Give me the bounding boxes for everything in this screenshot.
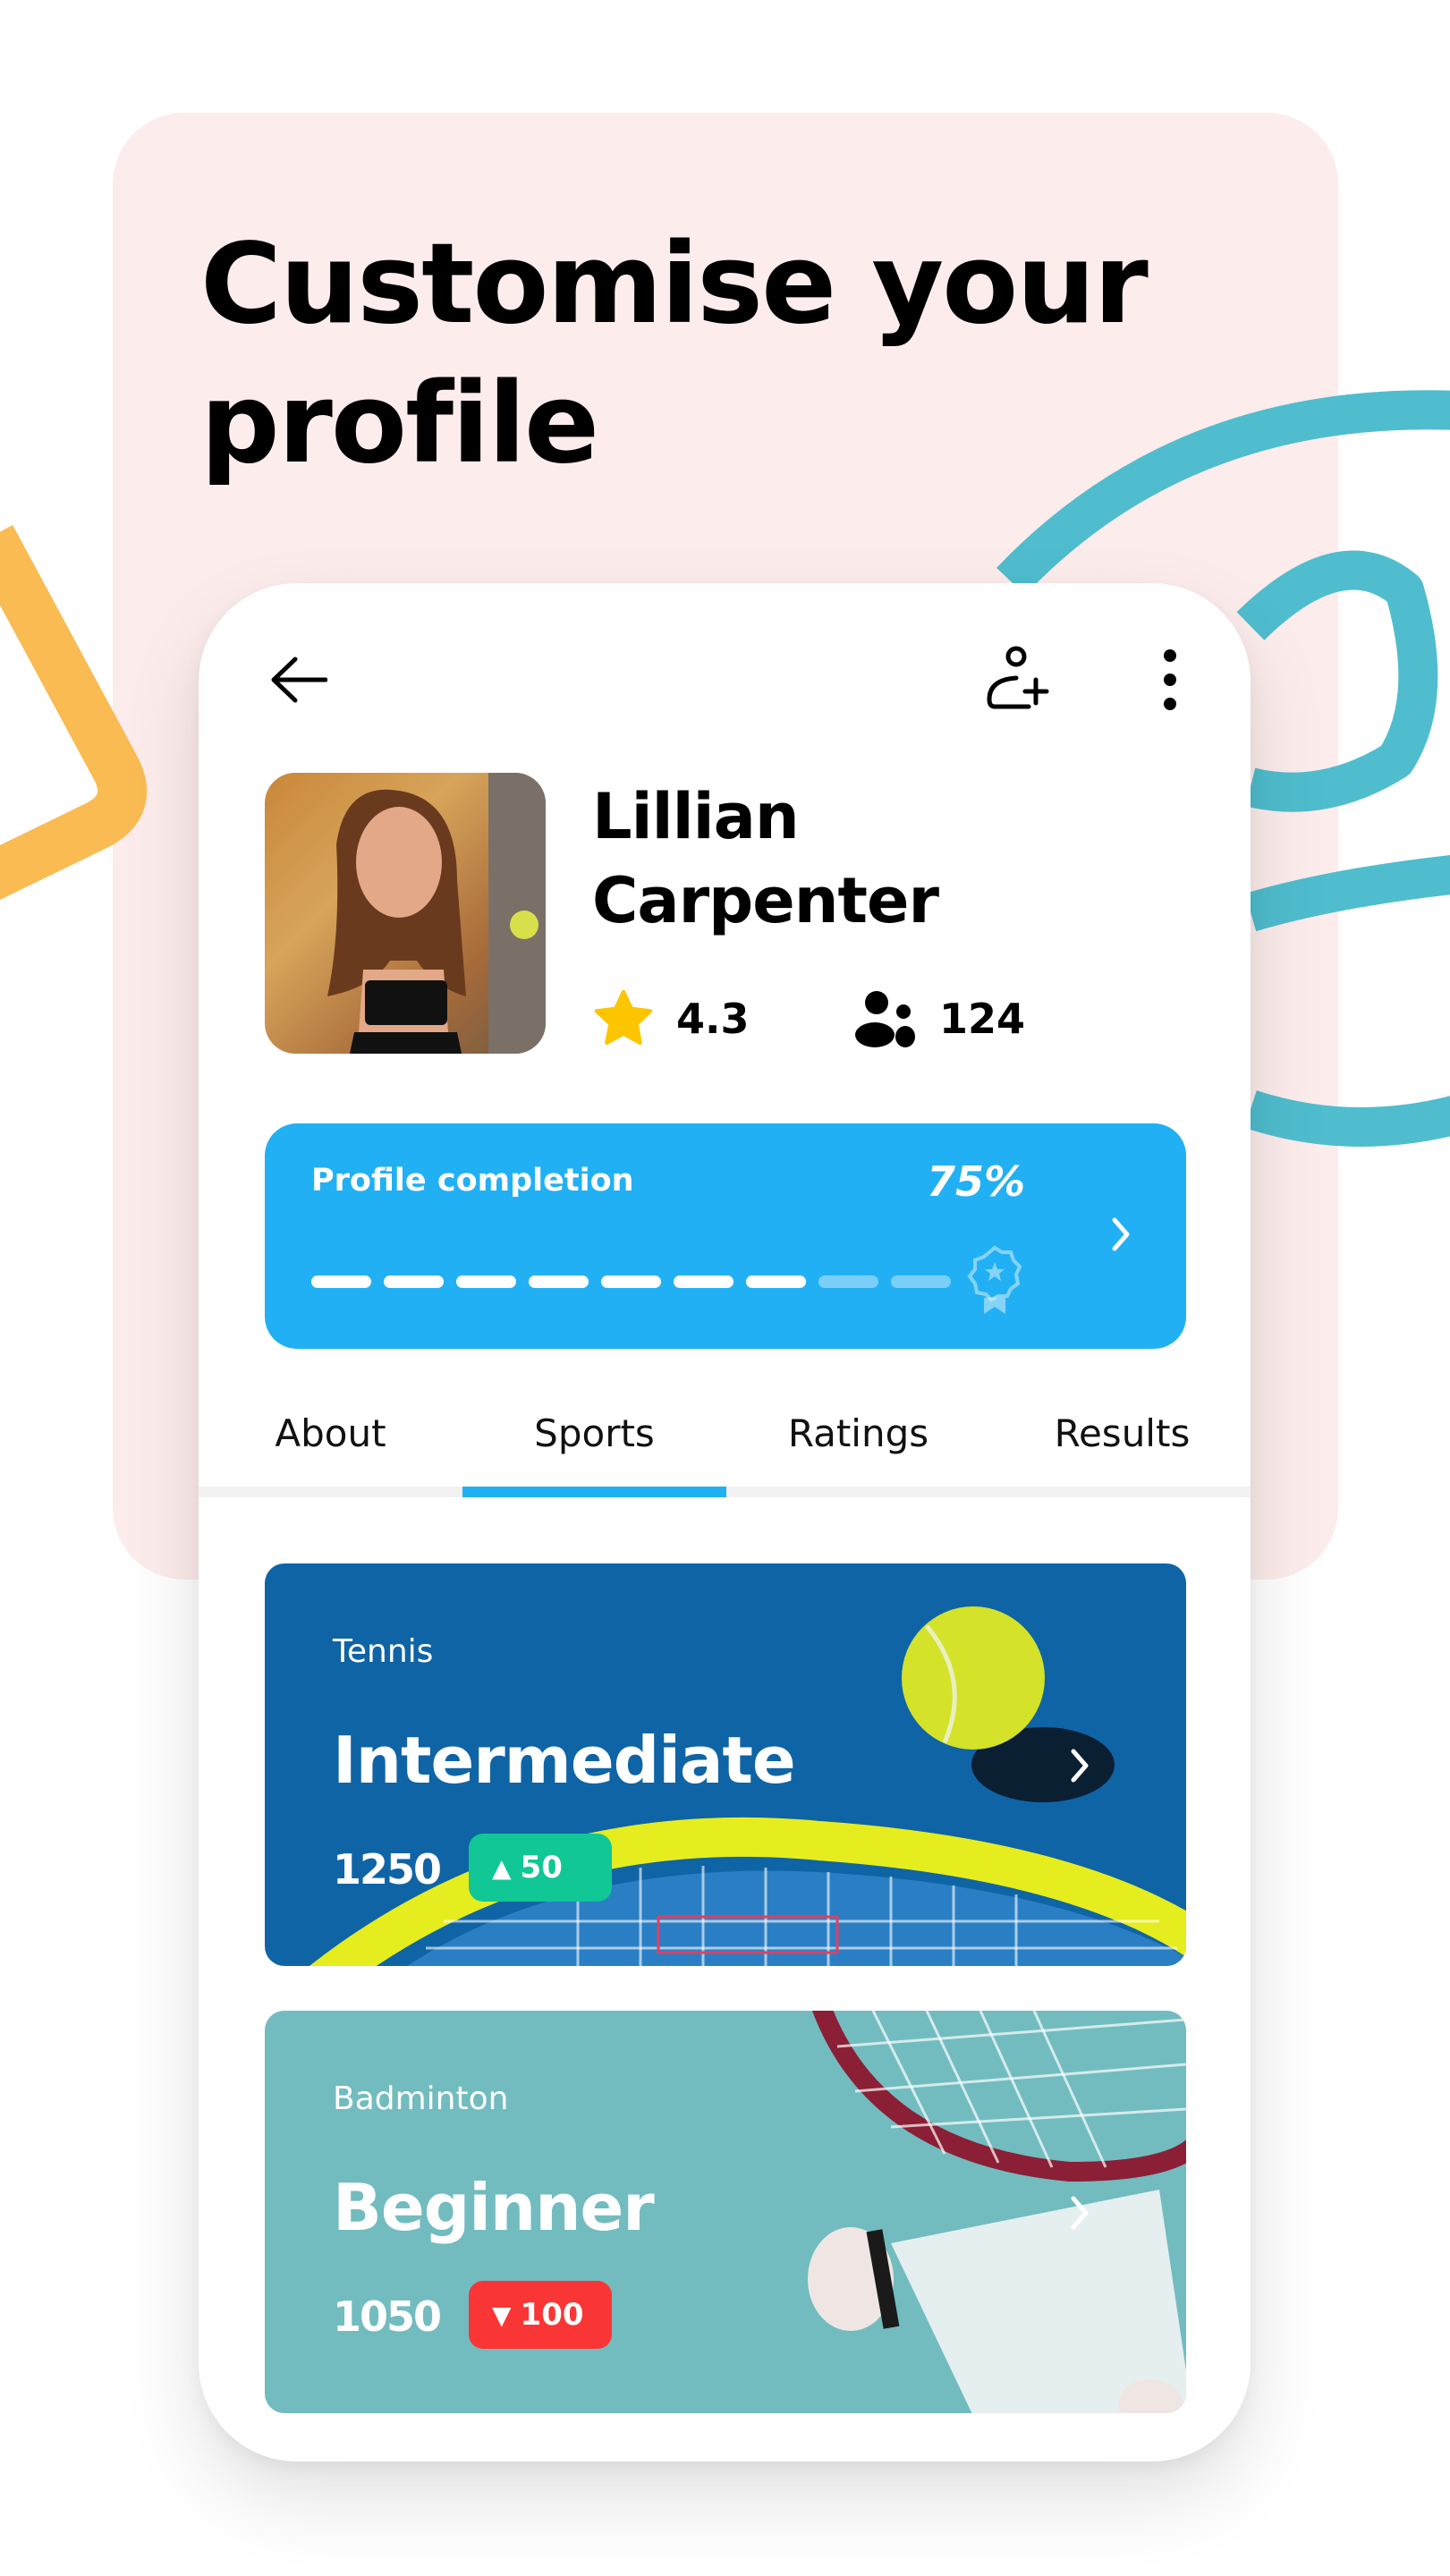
sport-points: 1050	[333, 2292, 442, 2341]
arrow-down-icon: ▼	[492, 2300, 512, 2330]
rating-stat: 4.3	[592, 987, 750, 1050]
profile-photo	[327, 773, 546, 1054]
completion-percent: 75%	[927, 1157, 1026, 1206]
profile-name: Lillian Carpenter	[592, 775, 1093, 943]
first-name: Lillian	[592, 780, 800, 853]
avatar[interactable]	[265, 773, 546, 1054]
completion-label: Profile completion	[311, 1163, 634, 1199]
teal-arc-middle	[1244, 854, 1450, 932]
award-ribbon-icon	[967, 1245, 1022, 1314]
phone-screen: Lillian Carpenter 4.3 124 Profile comple…	[199, 583, 1251, 2462]
teal-loop	[1236, 550, 1438, 812]
add-friend-button[interactable]	[973, 635, 1063, 724]
chevron-right-icon	[1112, 1217, 1130, 1251]
yellow-triangle-shape	[0, 524, 148, 901]
friends-count: 124	[939, 995, 1026, 1043]
arrow-left-icon	[271, 657, 327, 703]
completion-progress	[311, 1275, 951, 1290]
more-vertical-icon	[1164, 649, 1176, 710]
points-change-value: 100	[520, 2297, 584, 2333]
users-icon	[855, 991, 915, 1047]
last-name: Carpenter	[592, 864, 939, 937]
points-change-badge: ▲ 50	[469, 1834, 612, 1902]
chevron-right-icon	[1071, 1749, 1089, 1783]
tab-ratings[interactable]: Ratings	[726, 1397, 990, 1470]
star-icon	[594, 989, 653, 1046]
tab-sports[interactable]: Sports	[462, 1397, 726, 1470]
profile-completion-card[interactable]: Profile completion 75%	[265, 1123, 1186, 1349]
sport-level: Intermediate	[333, 1723, 796, 1798]
more-options-button[interactable]	[1125, 635, 1215, 724]
sport-name: Badminton	[333, 2080, 509, 2117]
sport-name: Tennis	[333, 1633, 434, 1670]
progress-segment	[818, 1275, 878, 1288]
progress-segment	[601, 1275, 661, 1288]
tab-about[interactable]: About	[199, 1397, 462, 1470]
progress-segment	[891, 1275, 951, 1288]
user-plus-icon	[987, 646, 1049, 709]
progress-segment	[311, 1275, 371, 1288]
friends-stat[interactable]: 124	[853, 987, 1025, 1050]
profile-tabs: About Sports Ratings Results	[199, 1397, 1251, 1479]
sport-points: 1250	[333, 1845, 442, 1894]
points-change-value: 50	[520, 1850, 563, 1885]
sport-card-tennis[interactable]: Tennis Intermediate 1250 ▲ 50	[265, 1563, 1186, 1966]
rating-value: 4.3	[676, 995, 750, 1043]
progress-segment	[529, 1275, 589, 1288]
teal-arc-lower	[1244, 1090, 1450, 1147]
progress-segment	[456, 1275, 516, 1288]
sport-card-badminton[interactable]: Badminton Beginner 1050 ▼ 100	[265, 2011, 1186, 2413]
progress-segment	[384, 1275, 444, 1288]
points-change-badge: ▼ 100	[469, 2281, 612, 2349]
progress-segment	[746, 1275, 806, 1288]
arrow-up-icon: ▲	[492, 1852, 512, 1883]
back-button[interactable]	[263, 644, 335, 716]
active-tab-indicator	[462, 1487, 726, 1497]
progress-segment	[674, 1275, 733, 1288]
tab-results[interactable]: Results	[990, 1397, 1251, 1470]
sport-level: Beginner	[333, 2170, 655, 2245]
chevron-right-icon	[1071, 2196, 1089, 2230]
headline: Customise your profile	[200, 220, 1149, 488]
